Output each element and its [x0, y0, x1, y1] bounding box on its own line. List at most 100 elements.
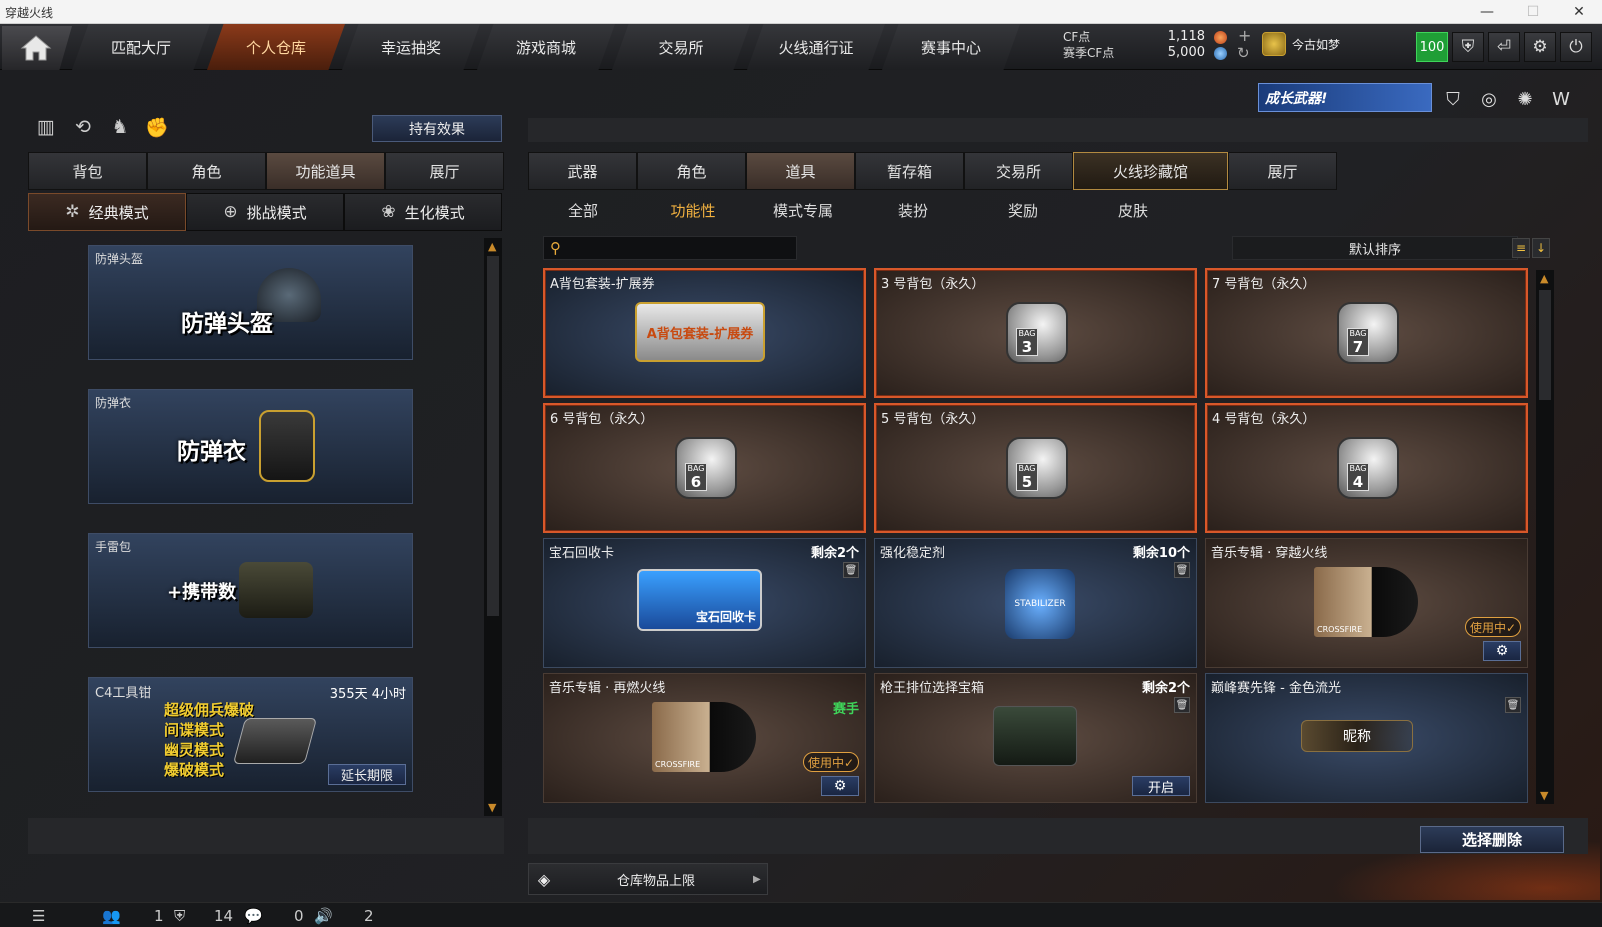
left-tab-3[interactable]: 展厅: [385, 152, 504, 190]
select-delete-button[interactable]: 选择删除: [1420, 826, 1564, 853]
growth-weapon-banner[interactable]: 成长武器!: [1258, 83, 1432, 112]
grenade-icon[interactable]: ✊: [145, 115, 169, 139]
search-input[interactable]: ⚲: [543, 236, 797, 260]
tab-3[interactable]: 游戏商城: [477, 24, 615, 70]
shield-icon[interactable]: ⛨: [1452, 32, 1484, 62]
gear-button[interactable]: ⚙: [821, 776, 859, 796]
holding-effect-button[interactable]: 持有效果: [372, 115, 502, 142]
list-item[interactable]: 手雷包 +携带数: [88, 533, 413, 648]
item-card[interactable]: 7 号背包（永久） BAG 7: [1205, 268, 1528, 398]
left-scrollbar[interactable]: ▲ ▼: [484, 238, 502, 816]
right-tab-5[interactable]: 火线珍藏馆: [1073, 152, 1228, 190]
trash-icon[interactable]: 🗑: [1174, 697, 1190, 713]
gear-button[interactable]: ⚙: [1483, 641, 1521, 661]
subtab-2[interactable]: 模式专属: [748, 194, 858, 226]
left-bottom-bar: [28, 818, 504, 854]
globe-icon[interactable]: ◎: [1476, 86, 1502, 112]
right-tab-6[interactable]: 展厅: [1228, 152, 1337, 190]
extend-button[interactable]: 延长期限: [328, 764, 406, 785]
sort-desc-icon[interactable]: ↓: [1532, 238, 1550, 258]
right-tab-1[interactable]: 角色: [637, 152, 746, 190]
right-scrollbar[interactable]: ▲ ▼: [1536, 270, 1554, 804]
scroll-down-icon[interactable]: ▼: [488, 801, 496, 814]
mode-line: 爆破模式: [164, 761, 225, 779]
gem-card-icon: 宝石回收卡: [637, 569, 762, 631]
trash-icon[interactable]: 🗑: [843, 562, 859, 578]
user-info[interactable]: 今古如梦: [1262, 32, 1340, 56]
item-card[interactable]: 音乐专辑 · 穿越火线 CROSSFIRE 使用中✓ ⚙: [1205, 538, 1528, 668]
mode-tab-0[interactable]: ✲ 经典模式: [28, 193, 186, 231]
right-tab-2[interactable]: 道具: [746, 152, 855, 190]
scroll-down-icon[interactable]: ▼: [1540, 789, 1548, 802]
item-card[interactable]: 5 号背包（永久） BAG 5: [874, 403, 1197, 533]
item-card[interactable]: 3 号背包（永久） BAG 3: [874, 268, 1197, 398]
item-card[interactable]: 6 号背包（永久） BAG 6: [543, 403, 866, 533]
open-button[interactable]: 开启: [1132, 776, 1190, 796]
rank-badge-icon: [1262, 32, 1286, 56]
skin-icon[interactable]: ✺: [1512, 86, 1538, 112]
subtab-0[interactable]: 全部: [528, 194, 638, 226]
left-tab-2[interactable]: 功能道具: [266, 152, 385, 190]
wing-icon[interactable]: W: [1548, 86, 1574, 112]
nameplate-text: 昵称: [1343, 729, 1371, 745]
list-item[interactable]: C4工具钳 355天 4小时 超级佣兵爆破 间谍模式 幽灵模式 爆破模式 延长期…: [88, 677, 413, 792]
gear-icon[interactable]: ⚙: [1524, 32, 1556, 62]
character-icon[interactable]: ♞: [108, 115, 132, 139]
left-tab-0[interactable]: 背包: [28, 152, 147, 190]
list-item[interactable]: 防弹头盔 防弹头盔: [88, 245, 413, 360]
card-name: 强化稳定剂: [880, 546, 946, 561]
mode-line: 超级佣兵爆破: [164, 701, 255, 719]
subtab-5[interactable]: 皮肤: [1078, 194, 1188, 226]
right-tab-3[interactable]: 暂存箱: [855, 152, 964, 190]
chat-icon[interactable]: 💬: [244, 907, 263, 925]
exit-icon[interactable]: ⏎: [1488, 32, 1520, 62]
menu-icon[interactable]: ☰: [32, 907, 45, 925]
power-icon[interactable]: ⏻: [1560, 32, 1592, 62]
item-card[interactable]: 宝石回收卡 剩余2个 🗑 宝石回收卡: [543, 538, 866, 668]
minimize-button[interactable]: —: [1464, 0, 1510, 24]
album-text: CROSSFIRE: [1317, 625, 1363, 634]
trash-icon[interactable]: 🗑: [1174, 562, 1190, 578]
scroll-up-icon[interactable]: ▲: [1540, 272, 1548, 285]
right-tab-4[interactable]: 交易所: [964, 152, 1073, 190]
add-cf-button[interactable]: +: [1238, 26, 1251, 45]
scroll-thumb[interactable]: [487, 256, 499, 616]
mode-tab-2[interactable]: ❀ 生化模式: [344, 193, 502, 231]
trash-icon[interactable]: 🗑: [1505, 697, 1521, 713]
home-button[interactable]: [2, 26, 72, 70]
history-icon[interactable]: ⟲: [71, 115, 95, 139]
maximize-button[interactable]: ☐: [1510, 0, 1556, 24]
close-button[interactable]: ✕: [1556, 0, 1602, 24]
item-card[interactable]: A背包套装-扩展券 A背包套装-扩展券: [543, 268, 866, 398]
right-tab-0[interactable]: 武器: [528, 152, 637, 190]
storage-limit-button[interactable]: ◈ 仓库物品上限 ▶: [528, 863, 768, 895]
item-card[interactable]: 强化稳定剂 剩余10个 🗑 STABILIZER: [874, 538, 1197, 668]
storage-label: 仓库物品上限: [616, 873, 695, 889]
volume-icon[interactable]: 🔊: [314, 907, 333, 925]
item-card[interactable]: 枪王排位选择宝箱 剩余2个 🗑 开启: [874, 673, 1197, 803]
sort-select[interactable]: 默认排序: [1232, 236, 1518, 260]
refresh-icon[interactable]: ↻: [1237, 44, 1250, 62]
item-card[interactable]: 巅峰赛先锋 - 金色流光 🗑 昵称: [1205, 673, 1528, 803]
scroll-up-icon[interactable]: ▲: [488, 240, 496, 253]
tab-0[interactable]: 匹配大厅: [72, 24, 210, 70]
ranking-icon[interactable]: ▥: [34, 115, 58, 139]
tab-1[interactable]: 个人仓库: [207, 24, 345, 70]
subtab-3[interactable]: 装扮: [858, 194, 968, 226]
tab-5[interactable]: 火线通行证: [747, 24, 885, 70]
badge-icon[interactable]: ⛉: [1440, 86, 1466, 112]
scroll-thumb[interactable]: [1539, 290, 1551, 400]
friends-icon[interactable]: 👥: [102, 907, 121, 925]
item-card[interactable]: 音乐专辑 · 再燃火线 赛手 CROSSFIRE 使用中✓ ⚙: [543, 673, 866, 803]
tab-4[interactable]: 交易所: [612, 24, 750, 70]
clan-icon[interactable]: ⛨: [174, 907, 185, 925]
list-view-icon[interactable]: ≡: [1512, 238, 1530, 258]
left-tab-1[interactable]: 角色: [147, 152, 266, 190]
tab-6[interactable]: 赛事中心: [882, 24, 1020, 70]
tab-2[interactable]: 幸运抽奖: [342, 24, 480, 70]
list-item[interactable]: 防弹衣 防弹衣: [88, 389, 413, 504]
item-card[interactable]: 4 号背包（永久） BAG 4: [1205, 403, 1528, 533]
subtab-1[interactable]: 功能性: [638, 194, 748, 226]
mode-tab-1[interactable]: ⊕ 挑战模式: [186, 193, 344, 231]
subtab-4[interactable]: 奖励: [968, 194, 1078, 226]
